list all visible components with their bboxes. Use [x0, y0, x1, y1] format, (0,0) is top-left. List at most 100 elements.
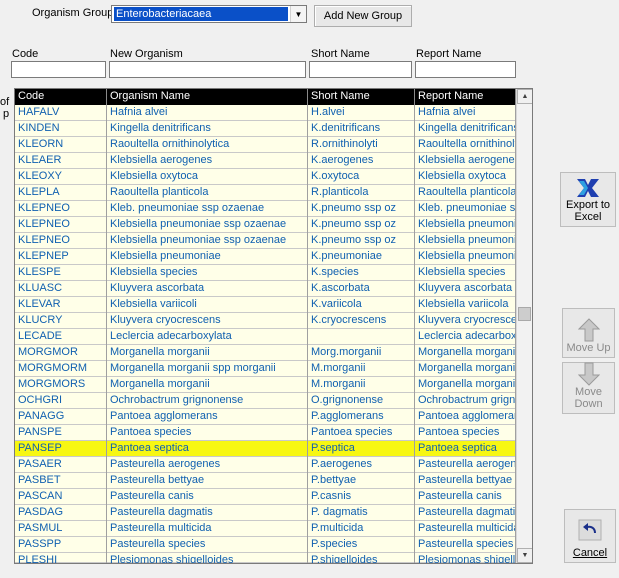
table-row[interactable]: KLEPNEO Klebsiella pneumoniae ssp ozaenae…: [15, 233, 516, 249]
cell-short-name[interactable]: K.variicola: [308, 297, 415, 313]
vertical-scrollbar[interactable]: ▲ ▼: [516, 89, 532, 563]
cell-report-name[interactable]: Pasteurella species: [415, 537, 516, 553]
cell-code[interactable]: KLEORN: [15, 137, 107, 153]
cell-organism-name[interactable]: Klebsiella pneumoniae ssp ozaenae: [107, 217, 308, 233]
table-row[interactable]: HAFALV Hafnia alvei H.alvei Hafnia alvei: [15, 105, 516, 121]
table-row[interactable]: PASMUL Pasteurella multicida P.multicida Pa…: [15, 521, 516, 537]
scroll-down-icon[interactable]: ▼: [517, 548, 532, 563]
cell-organism-name[interactable]: Klebsiella species: [107, 265, 308, 281]
table-row[interactable]: PANAGG Pantoea agglomerans P.agglomerans Pa…: [15, 409, 516, 425]
cell-organism-name[interactable]: Klebsiella pneumoniae ssp ozaenae: [107, 233, 308, 249]
table-row[interactable]: PANSPE Pantoea species Pantoea species Pant…: [15, 425, 516, 441]
cell-short-name[interactable]: P.multicida: [308, 521, 415, 537]
cell-short-name[interactable]: P.bettyae: [308, 473, 415, 489]
table-row[interactable]: PASBET Pasteurella bettyae P.bettyae Pasteu…: [15, 473, 516, 489]
cell-short-name[interactable]: K.aerogenes: [308, 153, 415, 169]
cell-report-name[interactable]: Klebsiella pneumonia: [415, 217, 516, 233]
cell-report-name[interactable]: Pantoea agglomerar: [415, 409, 516, 425]
cell-report-name[interactable]: Pantoea species: [415, 425, 516, 441]
cell-organism-name[interactable]: Klebsiella pneumoniae: [107, 249, 308, 265]
cell-report-name[interactable]: Pasteurella multicida: [415, 521, 516, 537]
cell-organism-name[interactable]: Pasteurella species: [107, 537, 308, 553]
cell-short-name[interactable]: K.ascorbata: [308, 281, 415, 297]
cell-short-name[interactable]: P.agglomerans: [308, 409, 415, 425]
cell-report-name[interactable]: Raoultella planticola: [415, 185, 516, 201]
cell-report-name[interactable]: Morganella morganii: [415, 345, 516, 361]
cell-report-name[interactable]: Leclercia adecarbox: [415, 329, 516, 345]
table-row[interactable]: MORGMORM Morganella morganii spp morganii…: [15, 361, 516, 377]
cell-organism-name[interactable]: Morganella morganii spp morganii: [107, 361, 308, 377]
cell-short-name[interactable]: K.pneumo ssp oz: [308, 217, 415, 233]
cell-organism-name[interactable]: Hafnia alvei: [107, 105, 308, 121]
cell-code[interactable]: PASCAN: [15, 489, 107, 505]
cell-organism-name[interactable]: Klebsiella variicoli: [107, 297, 308, 313]
cancel-button[interactable]: Cancel: [564, 509, 616, 563]
cell-organism-name[interactable]: Morganella morganii: [107, 345, 308, 361]
table-row[interactable]: KLEOXY Klebsiella oxytoca K.oxytoca Klebsie…: [15, 169, 516, 185]
table-row[interactable]: MORGMORS Morganella morganii M.morganii Mor…: [15, 377, 516, 393]
cell-short-name[interactable]: H.alvei: [308, 105, 415, 121]
cell-code[interactable]: MORGMORM: [15, 361, 107, 377]
cell-short-name[interactable]: K.species: [308, 265, 415, 281]
cell-report-name[interactable]: Hafnia alvei: [415, 105, 516, 121]
cell-short-name[interactable]: P.casnis: [308, 489, 415, 505]
cell-short-name[interactable]: P. dagmatis: [308, 505, 415, 521]
table-row[interactable]: PLESHI Plesiomonas shigelloides P.shigello…: [15, 553, 516, 563]
table-row[interactable]: OCHGRI Ochrobactrum grignonense O.grignone…: [15, 393, 516, 409]
add-new-group-button[interactable]: Add New Group: [314, 5, 412, 27]
cell-short-name[interactable]: K.pneumoniae: [308, 249, 415, 265]
cell-organism-name[interactable]: Pantoea species: [107, 425, 308, 441]
table-row[interactable]: PASDAG Pasteurella dagmatis P. dagmatis Pas…: [15, 505, 516, 521]
cell-short-name[interactable]: [308, 329, 415, 345]
cell-code[interactable]: PASDAG: [15, 505, 107, 521]
table-row[interactable]: KLEPNEO Kleb. pneumoniae ssp ozaenae K.pne…: [15, 201, 516, 217]
cell-code[interactable]: KLEPLA: [15, 185, 107, 201]
cell-code[interactable]: PASMUL: [15, 521, 107, 537]
cell-organism-name[interactable]: Pasteurella canis: [107, 489, 308, 505]
table-row[interactable]: LECADE Leclercia adecarboxylata Leclercia …: [15, 329, 516, 345]
cell-short-name[interactable]: M.morganii: [308, 377, 415, 393]
scroll-up-icon[interactable]: ▲: [517, 89, 532, 104]
cell-report-name[interactable]: Raoultella ornithinoly: [415, 137, 516, 153]
cell-code[interactable]: KLUASC: [15, 281, 107, 297]
code-input[interactable]: [11, 61, 106, 78]
cell-short-name[interactable]: K.pneumo ssp oz: [308, 201, 415, 217]
cell-organism-name[interactable]: Klebsiella aerogenes: [107, 153, 308, 169]
column-header-short-name[interactable]: Short Name: [308, 89, 415, 105]
cell-organism-name[interactable]: Raoultella planticola: [107, 185, 308, 201]
cell-organism-name[interactable]: Plesiomonas shigelloides: [107, 553, 308, 563]
cell-code[interactable]: KLEOXY: [15, 169, 107, 185]
cell-report-name[interactable]: Klebsiella species: [415, 265, 516, 281]
table-row[interactable]: MORGMOR Morganella morganii Morg.morganii M…: [15, 345, 516, 361]
cell-organism-name[interactable]: Kluyvera ascorbata: [107, 281, 308, 297]
cell-code[interactable]: KLEPNEO: [15, 201, 107, 217]
cell-short-name[interactable]: R.ornithinolyti: [308, 137, 415, 153]
table-row[interactable]: KLEPNEO Klebsiella pneumoniae ssp ozaenae…: [15, 217, 516, 233]
cell-code[interactable]: PANSPE: [15, 425, 107, 441]
chevron-down-icon[interactable]: ▼: [290, 6, 306, 22]
cell-organism-name[interactable]: Kluyvera cryocrescens: [107, 313, 308, 329]
scroll-thumb[interactable]: [518, 307, 531, 321]
new-organism-input[interactable]: [109, 61, 306, 78]
cell-short-name[interactable]: K.oxytoca: [308, 169, 415, 185]
table-row[interactable]: KLEORN Raoultella ornithinolytica R.ornith…: [15, 137, 516, 153]
cell-organism-name[interactable]: Pasteurella bettyae: [107, 473, 308, 489]
cell-report-name[interactable]: Klebsiella variicola: [415, 297, 516, 313]
cell-code[interactable]: LECADE: [15, 329, 107, 345]
cell-code[interactable]: PASAER: [15, 457, 107, 473]
export-to-excel-button[interactable]: Export to Excel: [560, 172, 616, 227]
cell-code[interactable]: HAFALV: [15, 105, 107, 121]
table-row[interactable]: KLEVAR Klebsiella variicoli K.variicola Kle…: [15, 297, 516, 313]
cell-organism-name[interactable]: Raoultella ornithinolytica: [107, 137, 308, 153]
cell-short-name[interactable]: P.aerogenes: [308, 457, 415, 473]
cell-report-name[interactable]: Pasteurella bettyae: [415, 473, 516, 489]
cell-code[interactable]: KLESPE: [15, 265, 107, 281]
column-header-code[interactable]: Code: [15, 89, 107, 105]
cell-code[interactable]: KINDEN: [15, 121, 107, 137]
cell-organism-name[interactable]: Morganella morganii: [107, 377, 308, 393]
cell-code[interactable]: OCHGRI: [15, 393, 107, 409]
short-name-input[interactable]: [309, 61, 412, 78]
cell-report-name[interactable]: Ochrobactrum grigno: [415, 393, 516, 409]
cell-short-name[interactable]: O.grignonense: [308, 393, 415, 409]
cell-organism-name[interactable]: Kingella denitrificans: [107, 121, 308, 137]
